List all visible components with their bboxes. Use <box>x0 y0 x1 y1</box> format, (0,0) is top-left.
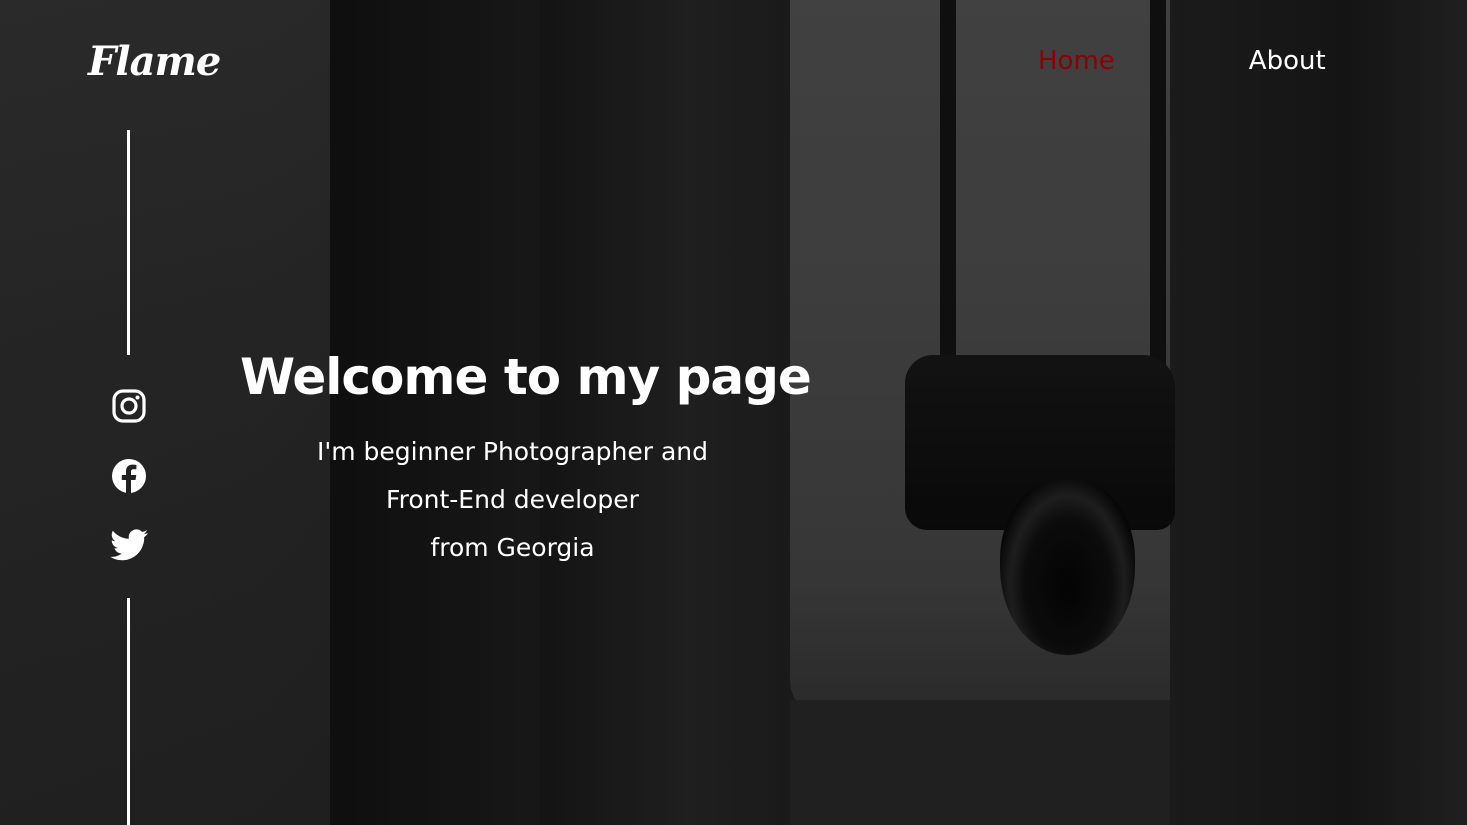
instagram-link[interactable] <box>110 387 148 425</box>
twitter-link[interactable] <box>110 526 148 564</box>
hero-headline: Welcome to my page <box>240 348 812 406</box>
facebook-link[interactable] <box>110 457 148 495</box>
hero-tagline-line-1: I'm beginner Photographer and <box>316 437 709 466</box>
hero-tagline-line-2: Front-End developer <box>386 485 639 514</box>
hero-section: Flame Home About Welcome to my page I'm … <box>0 0 1467 825</box>
facebook-icon <box>111 458 147 494</box>
nav-link-home[interactable]: Home <box>1038 46 1115 76</box>
sidebar-divider-bottom <box>127 598 130 825</box>
background-dark-overlay <box>0 0 1467 825</box>
main-nav: Home About <box>1038 46 1326 76</box>
hero-tagline: I'm beginner Photographer and Front-End … <box>300 428 725 572</box>
hero-tagline-line-3: from Georgia <box>430 533 595 562</box>
instagram-icon <box>112 389 146 423</box>
sidebar-divider-top <box>127 130 130 355</box>
twitter-icon <box>110 529 148 561</box>
site-logo[interactable]: Flame <box>88 38 221 85</box>
nav-link-about[interactable]: About <box>1249 46 1326 76</box>
